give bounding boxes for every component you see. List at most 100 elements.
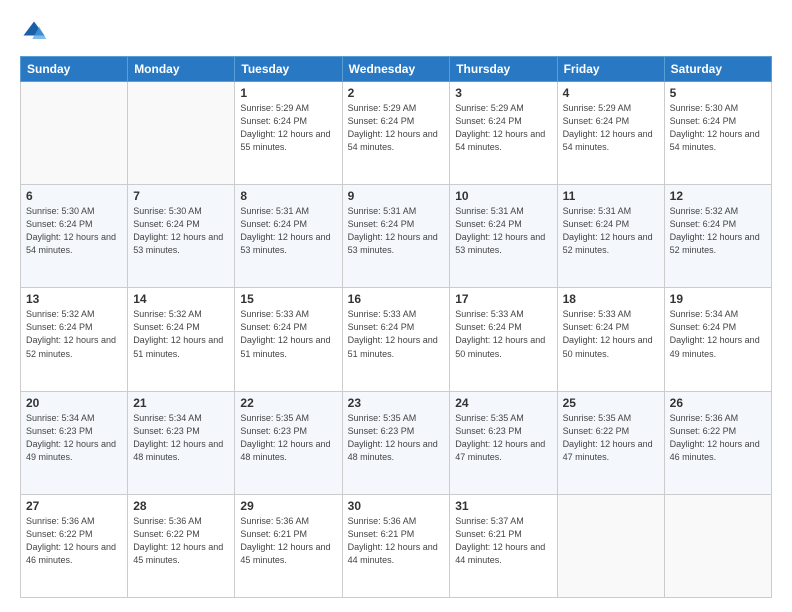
calendar-cell: 25 Sunrise: 5:35 AM Sunset: 6:22 PM Dayli… bbox=[557, 391, 664, 494]
day-number: 11 bbox=[563, 189, 659, 203]
calendar-header-row: SundayMondayTuesdayWednesdayThursdayFrid… bbox=[21, 57, 772, 82]
day-info: Sunrise: 5:35 AM Sunset: 6:23 PM Dayligh… bbox=[240, 412, 336, 464]
day-number: 2 bbox=[348, 86, 445, 100]
day-info: Sunrise: 5:34 AM Sunset: 6:23 PM Dayligh… bbox=[133, 412, 229, 464]
day-number: 27 bbox=[26, 499, 122, 513]
calendar-cell: 21 Sunrise: 5:34 AM Sunset: 6:23 PM Dayli… bbox=[128, 391, 235, 494]
day-info: Sunrise: 5:33 AM Sunset: 6:24 PM Dayligh… bbox=[455, 308, 551, 360]
calendar-cell: 11Sunrise: 5:31 AM Sunset: 6:24 PM Dayli… bbox=[557, 185, 664, 288]
day-number: 22 bbox=[240, 396, 336, 410]
calendar-week-row: 27 Sunrise: 5:36 AM Sunset: 6:22 PM Dayli… bbox=[21, 494, 772, 597]
calendar-cell: 27 Sunrise: 5:36 AM Sunset: 6:22 PM Dayli… bbox=[21, 494, 128, 597]
day-info: Sunrise: 5:29 AM Sunset: 6:24 PM Dayligh… bbox=[563, 102, 659, 154]
calendar-cell: 5 Sunrise: 5:30 AM Sunset: 6:24 PM Daylig… bbox=[664, 82, 771, 185]
day-info: Sunrise: 5:30 AM Sunset: 6:24 PM Dayligh… bbox=[26, 205, 122, 257]
day-number: 5 bbox=[670, 86, 766, 100]
day-info: Sunrise: 5:34 AM Sunset: 6:23 PM Dayligh… bbox=[26, 412, 122, 464]
day-number: 20 bbox=[26, 396, 122, 410]
calendar-cell: 18Sunrise: 5:33 AM Sunset: 6:24 PM Dayli… bbox=[557, 288, 664, 391]
calendar-cell: 14 Sunrise: 5:32 AM Sunset: 6:24 PM Dayli… bbox=[128, 288, 235, 391]
calendar-day-header: Wednesday bbox=[342, 57, 450, 82]
day-number: 24 bbox=[455, 396, 551, 410]
calendar-cell: 3 Sunrise: 5:29 AM Sunset: 6:24 PM Daylig… bbox=[450, 82, 557, 185]
day-number: 7 bbox=[133, 189, 229, 203]
calendar-cell bbox=[557, 494, 664, 597]
calendar-cell: 4 Sunrise: 5:29 AM Sunset: 6:24 PM Daylig… bbox=[557, 82, 664, 185]
day-number: 3 bbox=[455, 86, 551, 100]
day-info: Sunrise: 5:35 AM Sunset: 6:23 PM Dayligh… bbox=[348, 412, 445, 464]
calendar-cell bbox=[664, 494, 771, 597]
day-number: 15 bbox=[240, 292, 336, 306]
calendar-cell: 20 Sunrise: 5:34 AM Sunset: 6:23 PM Dayli… bbox=[21, 391, 128, 494]
header bbox=[20, 18, 772, 46]
calendar-cell: 23Sunrise: 5:35 AM Sunset: 6:23 PM Dayli… bbox=[342, 391, 450, 494]
day-info: Sunrise: 5:30 AM Sunset: 6:24 PM Dayligh… bbox=[670, 102, 766, 154]
day-info: Sunrise: 5:36 AM Sunset: 6:21 PM Dayligh… bbox=[348, 515, 445, 567]
day-info: Sunrise: 5:33 AM Sunset: 6:24 PM Dayligh… bbox=[563, 308, 659, 360]
calendar-week-row: 1 Sunrise: 5:29 AM Sunset: 6:24 PM Daylig… bbox=[21, 82, 772, 185]
calendar-week-row: 6 Sunrise: 5:30 AM Sunset: 6:24 PM Daylig… bbox=[21, 185, 772, 288]
day-number: 31 bbox=[455, 499, 551, 513]
calendar-cell: 12 Sunrise: 5:32 AM Sunset: 6:24 PM Dayli… bbox=[664, 185, 771, 288]
calendar-week-row: 20 Sunrise: 5:34 AM Sunset: 6:23 PM Dayli… bbox=[21, 391, 772, 494]
calendar-cell bbox=[21, 82, 128, 185]
day-info: Sunrise: 5:36 AM Sunset: 6:21 PM Dayligh… bbox=[240, 515, 336, 567]
calendar-cell: 19 Sunrise: 5:34 AM Sunset: 6:24 PM Dayli… bbox=[664, 288, 771, 391]
day-number: 12 bbox=[670, 189, 766, 203]
day-info: Sunrise: 5:36 AM Sunset: 6:22 PM Dayligh… bbox=[133, 515, 229, 567]
day-info: Sunrise: 5:32 AM Sunset: 6:24 PM Dayligh… bbox=[670, 205, 766, 257]
calendar-cell: 29 Sunrise: 5:36 AM Sunset: 6:21 PM Dayli… bbox=[235, 494, 342, 597]
logo bbox=[20, 18, 52, 46]
day-number: 14 bbox=[133, 292, 229, 306]
day-number: 9 bbox=[348, 189, 445, 203]
day-number: 30 bbox=[348, 499, 445, 513]
day-info: Sunrise: 5:34 AM Sunset: 6:24 PM Dayligh… bbox=[670, 308, 766, 360]
calendar-day-header: Friday bbox=[557, 57, 664, 82]
day-number: 13 bbox=[26, 292, 122, 306]
calendar-cell: 28 Sunrise: 5:36 AM Sunset: 6:22 PM Dayli… bbox=[128, 494, 235, 597]
day-number: 19 bbox=[670, 292, 766, 306]
day-number: 26 bbox=[670, 396, 766, 410]
day-number: 25 bbox=[563, 396, 659, 410]
day-info: Sunrise: 5:29 AM Sunset: 6:24 PM Dayligh… bbox=[455, 102, 551, 154]
calendar-week-row: 13 Sunrise: 5:32 AM Sunset: 6:24 PM Dayli… bbox=[21, 288, 772, 391]
day-number: 29 bbox=[240, 499, 336, 513]
calendar-cell: 31Sunrise: 5:37 AM Sunset: 6:21 PM Dayli… bbox=[450, 494, 557, 597]
calendar-cell bbox=[128, 82, 235, 185]
day-info: Sunrise: 5:35 AM Sunset: 6:23 PM Dayligh… bbox=[455, 412, 551, 464]
page: SundayMondayTuesdayWednesdayThursdayFrid… bbox=[0, 0, 792, 612]
day-number: 10 bbox=[455, 189, 551, 203]
calendar-cell: 2Sunrise: 5:29 AM Sunset: 6:24 PM Daylig… bbox=[342, 82, 450, 185]
day-number: 4 bbox=[563, 86, 659, 100]
calendar-day-header: Sunday bbox=[21, 57, 128, 82]
calendar-cell: 1 Sunrise: 5:29 AM Sunset: 6:24 PM Daylig… bbox=[235, 82, 342, 185]
day-info: Sunrise: 5:31 AM Sunset: 6:24 PM Dayligh… bbox=[455, 205, 551, 257]
day-number: 6 bbox=[26, 189, 122, 203]
calendar-day-header: Monday bbox=[128, 57, 235, 82]
calendar-cell: 15 Sunrise: 5:33 AM Sunset: 6:24 PM Dayli… bbox=[235, 288, 342, 391]
day-info: Sunrise: 5:35 AM Sunset: 6:22 PM Dayligh… bbox=[563, 412, 659, 464]
calendar-cell: 10 Sunrise: 5:31 AM Sunset: 6:24 PM Dayli… bbox=[450, 185, 557, 288]
calendar-cell: 24 Sunrise: 5:35 AM Sunset: 6:23 PM Dayli… bbox=[450, 391, 557, 494]
day-info: Sunrise: 5:33 AM Sunset: 6:24 PM Dayligh… bbox=[240, 308, 336, 360]
calendar-cell: 6 Sunrise: 5:30 AM Sunset: 6:24 PM Daylig… bbox=[21, 185, 128, 288]
day-info: Sunrise: 5:30 AM Sunset: 6:24 PM Dayligh… bbox=[133, 205, 229, 257]
day-number: 21 bbox=[133, 396, 229, 410]
calendar-cell: 9Sunrise: 5:31 AM Sunset: 6:24 PM Daylig… bbox=[342, 185, 450, 288]
calendar-cell: 17 Sunrise: 5:33 AM Sunset: 6:24 PM Dayli… bbox=[450, 288, 557, 391]
day-info: Sunrise: 5:36 AM Sunset: 6:22 PM Dayligh… bbox=[670, 412, 766, 464]
day-number: 16 bbox=[348, 292, 445, 306]
day-number: 1 bbox=[240, 86, 336, 100]
calendar-cell: 22 Sunrise: 5:35 AM Sunset: 6:23 PM Dayli… bbox=[235, 391, 342, 494]
calendar-day-header: Saturday bbox=[664, 57, 771, 82]
calendar-cell: 26 Sunrise: 5:36 AM Sunset: 6:22 PM Dayli… bbox=[664, 391, 771, 494]
calendar-cell: 30 Sunrise: 5:36 AM Sunset: 6:21 PM Dayli… bbox=[342, 494, 450, 597]
day-info: Sunrise: 5:32 AM Sunset: 6:24 PM Dayligh… bbox=[133, 308, 229, 360]
calendar-table: SundayMondayTuesdayWednesdayThursdayFrid… bbox=[20, 56, 772, 598]
day-number: 28 bbox=[133, 499, 229, 513]
day-number: 17 bbox=[455, 292, 551, 306]
day-info: Sunrise: 5:36 AM Sunset: 6:22 PM Dayligh… bbox=[26, 515, 122, 567]
calendar-cell: 13Sunrise: 5:32 AM Sunset: 6:24 PM Dayli… bbox=[21, 288, 128, 391]
day-number: 8 bbox=[240, 189, 336, 203]
day-info: Sunrise: 5:29 AM Sunset: 6:24 PM Dayligh… bbox=[240, 102, 336, 154]
